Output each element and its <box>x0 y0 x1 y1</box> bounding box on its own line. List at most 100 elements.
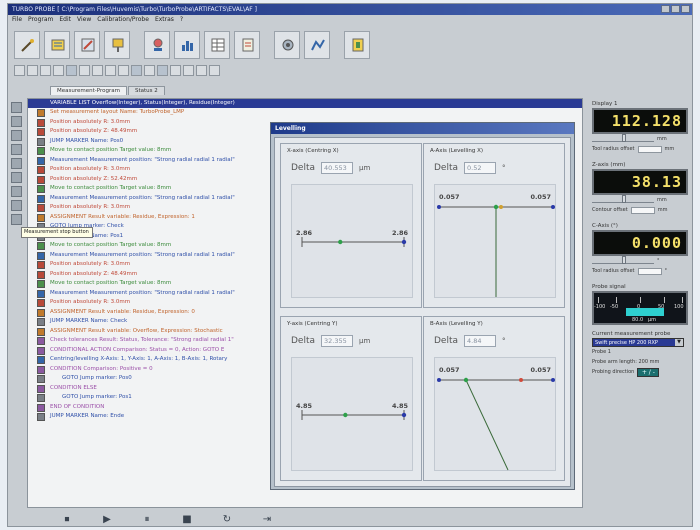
slider-knob[interactable] <box>622 134 626 142</box>
step-icon[interactable] <box>11 116 22 127</box>
limit-right-marker <box>551 378 555 382</box>
tool-icon[interactable] <box>11 214 22 225</box>
menu-item-2[interactable]: Edit <box>59 15 71 25</box>
maximize-button[interactable] <box>671 5 680 13</box>
play-icon[interactable]: ▶ <box>98 512 116 526</box>
axis-readout: Z-axis (mm) 38.13 mm Contour offset mm <box>592 161 692 215</box>
readout-unit: mm <box>657 136 667 142</box>
variable-icon[interactable] <box>11 158 22 169</box>
slider-knob[interactable] <box>622 256 626 264</box>
axis-plot-svg <box>301 237 407 247</box>
export-tool-button[interactable] <box>344 31 370 59</box>
cut-button[interactable] <box>92 65 103 76</box>
last-button[interactable] <box>53 65 64 76</box>
levelling-title: Levelling <box>271 123 574 134</box>
grid-button[interactable] <box>157 65 168 76</box>
window-controls <box>661 5 690 13</box>
stop-icon[interactable] <box>11 200 22 211</box>
axis-plot-svg <box>437 377 555 471</box>
check-button[interactable] <box>183 65 194 76</box>
program-line-text: CONDITIONAL ACTION Comparison: Status = … <box>50 346 225 353</box>
print-button[interactable] <box>209 65 220 76</box>
levelling-panel: Y-axis (Centring Y) Delta 32.355 µm 4.85 4.85 <box>280 316 422 481</box>
variable-list-line[interactable]: VARIABLE LIST Overflow(Integer), Status(… <box>28 99 582 108</box>
table-tool-button[interactable] <box>204 31 230 59</box>
cond-step-icon <box>37 365 45 374</box>
panel-title: X-axis (Centring X) <box>287 148 339 154</box>
offset-field[interactable] <box>637 145 662 153</box>
stop-icon[interactable]: ⏹ <box>58 512 76 526</box>
settings-tool-button[interactable] <box>274 31 300 59</box>
jump-step-icon <box>37 413 45 421</box>
delta-field[interactable]: 40.553 <box>321 162 353 174</box>
reference-marker <box>499 205 503 209</box>
offset-field[interactable] <box>637 267 662 275</box>
close-button[interactable] <box>681 5 690 13</box>
tilt-marker <box>493 204 499 210</box>
marker-icon[interactable] <box>11 144 22 155</box>
readout-slider[interactable] <box>592 256 654 264</box>
edit-tool-button[interactable] <box>74 31 100 59</box>
copy-button[interactable] <box>105 65 116 76</box>
view-button[interactable] <box>131 65 142 76</box>
slider-knob[interactable] <box>622 195 626 203</box>
program-line-text: Position absolutely R: 3.0mm <box>50 204 131 210</box>
program-tool-button[interactable] <box>44 31 70 59</box>
offset-row: Contour offset mm <box>592 205 692 215</box>
list-button[interactable] <box>196 65 207 76</box>
set-step-icon <box>37 213 45 222</box>
probing-direction-button[interactable]: + / - <box>637 367 660 377</box>
step-icon[interactable]: ⇥ <box>258 512 276 526</box>
readout-slider[interactable] <box>592 134 654 142</box>
zoom-button[interactable] <box>144 65 155 76</box>
calibration-tool-button[interactable] <box>304 31 330 59</box>
measure-tool-button[interactable] <box>144 31 170 59</box>
meas-step-icon <box>37 156 45 165</box>
probe-signal-gauge: -100 -50 0 50 100 80.0 µm <box>592 291 688 325</box>
goto-icon[interactable] <box>11 186 22 197</box>
condition-icon[interactable] <box>11 172 22 183</box>
delta-field[interactable]: 4.84 <box>464 335 496 347</box>
program-line-text: Position absolutely R: 3.0mm <box>50 118 131 125</box>
program-line[interactable]: Set measurement layout Name: TurboProbe_… <box>28 108 582 118</box>
offset-unit: ° <box>664 268 668 274</box>
tab-0[interactable]: Measurement-Program <box>50 86 127 95</box>
repeat-icon[interactable]: ↻ <box>218 512 236 526</box>
block-icon[interactable] <box>11 130 22 141</box>
menu-item-1[interactable]: Program <box>28 15 53 25</box>
menu-item-5[interactable]: Extras <box>155 15 174 25</box>
tooltip: Measurement stop button <box>21 227 93 238</box>
run-icon[interactable] <box>11 102 22 113</box>
program-line-text: GOTO Jump marker: Pos1 <box>62 394 132 400</box>
right-limit-value: 4.85 <box>391 402 408 410</box>
delete-button[interactable] <box>79 65 90 76</box>
document-tool-button[interactable] <box>234 31 260 59</box>
halt-icon[interactable]: ■ <box>178 512 196 526</box>
menu-item-0[interactable]: File <box>12 15 22 25</box>
chart-tool-button[interactable] <box>174 31 200 59</box>
offset-label: Tool radius offset <box>592 146 635 152</box>
offset-field[interactable] <box>630 206 655 214</box>
readout-slider[interactable] <box>592 195 654 203</box>
delta-field[interactable]: 0.52 <box>464 162 496 174</box>
pause-icon[interactable]: ⏸ <box>138 512 156 526</box>
chevron-down-icon[interactable]: ▼ <box>675 339 683 346</box>
window-title: TURBO PROBE [ C:\Program Files\Huvemis\T… <box>12 6 258 13</box>
minimize-button[interactable] <box>661 5 670 13</box>
menu-item-4[interactable]: Calibration/Probe <box>97 15 149 25</box>
gauge-tick <box>664 297 665 303</box>
probe-tool-button[interactable] <box>104 31 130 59</box>
tab-1[interactable]: Status 2 <box>127 86 165 95</box>
wand-tool-button[interactable] <box>14 31 40 59</box>
insert-button[interactable] <box>66 65 77 76</box>
probe-select[interactable]: Swift precise HP 200 RXP ▼ <box>592 338 684 347</box>
axis-plot: 4.85 4.85 <box>291 357 413 471</box>
next-button[interactable] <box>40 65 51 76</box>
menu-item-3[interactable]: View <box>77 15 91 25</box>
prev-button[interactable] <box>27 65 38 76</box>
delta-field[interactable]: 32.355 <box>321 335 353 347</box>
layout-button[interactable] <box>170 65 181 76</box>
first-button[interactable] <box>14 65 25 76</box>
paste-button[interactable] <box>118 65 129 76</box>
menu-item-6[interactable]: ? <box>180 15 183 25</box>
